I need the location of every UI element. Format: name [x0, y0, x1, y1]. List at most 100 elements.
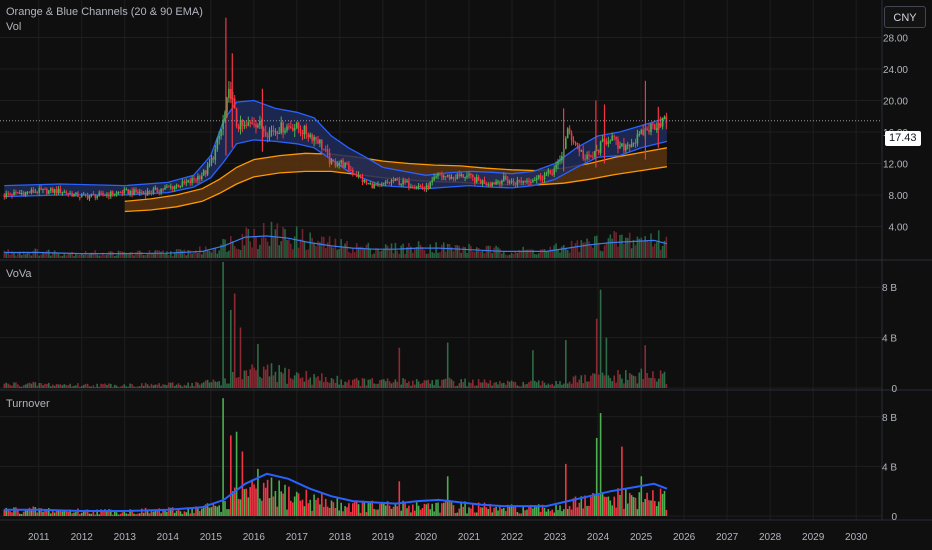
vova-bar: [162, 384, 164, 388]
volume-bar: [659, 249, 662, 258]
vova-bar: [142, 385, 145, 388]
turnover-bar: [88, 513, 91, 516]
turnover-bar: [414, 510, 416, 516]
vova-bar: [549, 384, 552, 388]
vova-bar: [156, 384, 159, 388]
volume-bar: [421, 247, 424, 258]
volume-bar: [543, 249, 546, 258]
turnover-bar: [605, 497, 608, 516]
turnover-bar: [468, 507, 470, 516]
turnover-tick-label: 8 B: [882, 413, 897, 424]
candle-body: [104, 195, 106, 197]
vova-bar: [32, 381, 35, 388]
volume-bar: [282, 226, 284, 258]
candle-body: [77, 192, 79, 197]
turnover-bar: [65, 511, 68, 516]
vova-bar: [348, 379, 350, 388]
candle-body: [139, 191, 141, 193]
candle-body: [439, 173, 441, 175]
volume-bar: [324, 248, 327, 258]
turnover-bar: [61, 511, 64, 516]
volume-bar: [230, 236, 232, 258]
vova-bar: [286, 383, 288, 388]
volume-bar: [390, 243, 393, 258]
turnover-bar: [222, 398, 224, 516]
candle-body: [146, 191, 149, 196]
volume-bar: [549, 246, 552, 258]
turnover-bar: [257, 468, 259, 516]
turnover-bar: [303, 506, 306, 516]
vova-bar: [129, 383, 131, 388]
candle-body: [576, 142, 579, 146]
vova-bar: [334, 382, 337, 388]
candle-body: [65, 191, 68, 194]
turnover-bar: [535, 507, 538, 516]
turnover-bar: [485, 507, 488, 516]
candle-body: [355, 174, 358, 177]
turnover-tick-label: 4 B: [882, 462, 897, 473]
candle-body: [396, 178, 399, 181]
vova-bar: [48, 382, 50, 388]
volume-bar: [133, 255, 135, 258]
volume-bar: [139, 250, 141, 258]
time-tick-label: 2027: [716, 532, 739, 543]
turnover-bar: [297, 493, 300, 516]
currency-button[interactable]: CNY: [884, 6, 926, 28]
candle-body: [566, 128, 569, 139]
vova-bar: [485, 382, 488, 388]
volume-bar: [557, 249, 559, 258]
candle-body: [98, 192, 100, 196]
candle-body: [115, 192, 118, 195]
volume-bar: [508, 254, 511, 258]
volume-bar: [212, 249, 215, 258]
candle-body: [284, 130, 286, 133]
candle-body: [373, 183, 375, 189]
candle-body: [648, 130, 650, 133]
volume-bar: [468, 243, 470, 258]
turnover-bar: [282, 493, 284, 516]
turnover-bar: [235, 431, 238, 516]
turnover-bar: [137, 513, 139, 516]
volume-bar: [443, 242, 445, 258]
candle-body: [3, 195, 6, 197]
turnover-bar: [384, 505, 387, 516]
turnover-bar: [352, 503, 354, 516]
volume-bar: [446, 243, 449, 258]
turnover-bar: [654, 501, 656, 516]
vova-bar: [414, 384, 416, 388]
candle-body: [212, 157, 215, 160]
volume-bar: [466, 253, 468, 258]
volume-bar: [98, 255, 100, 258]
vova-bar: [206, 379, 209, 388]
volume-bar: [541, 249, 544, 258]
volume-bar: [485, 245, 488, 258]
vova-bar: [532, 350, 534, 388]
volume-bar: [590, 245, 592, 258]
vova-bar: [102, 384, 104, 388]
turnover-bar: [251, 479, 253, 516]
turnover-bar: [597, 495, 600, 516]
turnover-bar: [367, 503, 370, 516]
volume-bar: [214, 247, 217, 258]
turnover-bar: [51, 510, 54, 516]
candle-body: [123, 189, 126, 194]
volume-bar: [179, 249, 182, 258]
candle-body: [53, 189, 56, 193]
volume-bar: [493, 247, 495, 258]
vova-bar: [559, 381, 561, 388]
turnover-bar: [557, 510, 559, 516]
volume-bar: [448, 244, 451, 258]
vova-bar: [526, 383, 528, 388]
candle-body: [133, 189, 135, 195]
candle-body: [235, 108, 238, 127]
candle-body: [90, 194, 93, 196]
vova-bar: [222, 262, 224, 388]
candle-body: [305, 126, 308, 135]
volume-bar: [193, 252, 195, 258]
candle-body: [477, 177, 480, 181]
volume-bar: [297, 247, 300, 258]
candle-body: [319, 139, 321, 144]
turnover-bar: [253, 484, 255, 516]
volume-bar: [204, 246, 207, 258]
candle-body: [650, 123, 652, 133]
